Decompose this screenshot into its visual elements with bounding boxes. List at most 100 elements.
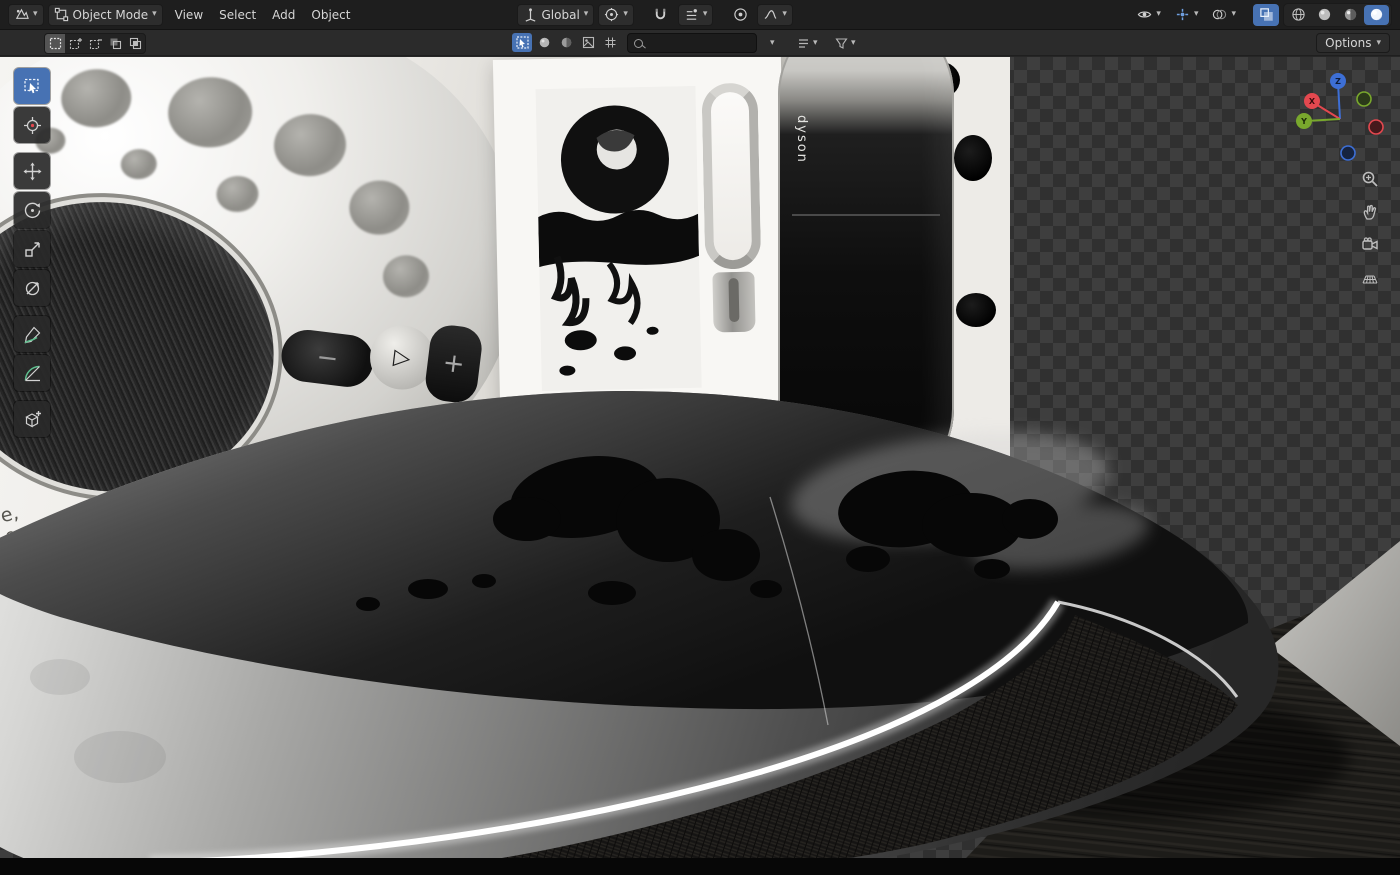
proportional-falloff-button[interactable]: ▾ — [757, 4, 793, 26]
search-input[interactable] — [648, 37, 750, 50]
pivot-point-button[interactable]: ▾ — [598, 4, 634, 26]
perspective-toggle-button[interactable] — [1356, 264, 1384, 292]
options-label: Options — [1325, 36, 1371, 50]
rotate-icon — [23, 201, 42, 220]
overlays-button[interactable]: ▾ — [1207, 4, 1241, 26]
toggle-xray-button[interactable] — [1253, 4, 1279, 26]
chevron-down-icon: ▾ — [152, 10, 157, 19]
tool-annotate[interactable] — [14, 316, 50, 352]
object-types-visibility-button[interactable]: ▾ — [1132, 4, 1166, 26]
sphere-icon — [538, 36, 551, 49]
viewport-display-cluster: ▾ ▾ ▾ — [1132, 3, 1392, 27]
snap-target-button[interactable]: ▾ — [678, 4, 714, 26]
select-mode-subtract[interactable] — [85, 34, 105, 53]
display-toggle-sphere[interactable] — [534, 33, 554, 52]
display-mode-dropdown[interactable]: ▾ — [792, 33, 823, 53]
toggle-xray-icon — [1259, 7, 1274, 22]
pan-hand-icon — [1361, 203, 1379, 221]
search-field[interactable] — [627, 33, 757, 53]
select-mode-set[interactable] — [45, 34, 65, 53]
snap-magnet-icon — [653, 7, 668, 22]
select-mode-invert[interactable] — [105, 34, 125, 53]
chevron-down-icon: ▾ — [703, 10, 708, 19]
tool-measure[interactable] — [14, 355, 50, 391]
orientation-label: Global — [542, 8, 580, 22]
tool-cursor[interactable] — [14, 107, 50, 143]
axis-z-negative[interactable] — [1341, 146, 1355, 160]
measure-icon — [23, 364, 42, 383]
chevron-down-icon: ▾ — [770, 39, 775, 48]
select-subtract-icon — [89, 37, 102, 50]
toolbar-gap — [14, 394, 50, 398]
select-extend-icon — [69, 37, 82, 50]
axis-x-label: X — [1309, 97, 1316, 106]
object-mode-icon — [54, 7, 69, 22]
shading-mode-group — [1283, 3, 1392, 27]
zoom-button[interactable] — [1356, 165, 1384, 193]
tool-transform[interactable] — [14, 270, 50, 306]
display-toggle-group — [512, 33, 620, 52]
proportional-editing-button[interactable] — [727, 4, 753, 26]
axis-x-negative[interactable] — [1369, 120, 1383, 134]
tool-rotate[interactable] — [14, 192, 50, 228]
rendered-scene — [0, 57, 1400, 875]
toolbar-gap — [14, 146, 50, 150]
scale-icon — [23, 240, 42, 259]
shading-material-icon — [1343, 7, 1358, 22]
chevron-down-icon: ▾ — [1376, 39, 1381, 48]
snap-toggle-button[interactable] — [648, 4, 674, 26]
menu-view[interactable]: View — [167, 4, 211, 26]
annotate-pen-icon — [23, 325, 42, 344]
shading-solid-button[interactable] — [1312, 5, 1337, 25]
select-cursor-icon — [516, 36, 529, 49]
gizmos-icon — [1175, 7, 1190, 22]
transform-orientation-button[interactable]: Global ▾ — [517, 4, 595, 26]
mode-selector[interactable]: Object Mode ▾ — [48, 4, 163, 26]
transform-orientation-icon — [523, 7, 538, 22]
tool-scale[interactable] — [14, 231, 50, 267]
display-toggle-texture[interactable] — [578, 33, 598, 52]
select-mode-intersect[interactable] — [125, 34, 145, 53]
tool-select-box[interactable] — [14, 68, 50, 104]
editor-type-3d-viewport-icon — [14, 7, 29, 22]
select-box-icon — [23, 77, 42, 96]
axis-y-label: Y — [1300, 117, 1307, 126]
gizmos-button[interactable]: ▾ — [1170, 4, 1204, 26]
blender-window: ▾ Object Mode ▾ View Select Add Object G… — [0, 0, 1400, 875]
tool-add-cube[interactable] — [14, 401, 50, 437]
menu-select[interactable]: Select — [211, 4, 264, 26]
filter-dropdown[interactable]: ▾ — [830, 33, 861, 53]
3d-viewport[interactable]: − ▷ + — [0, 57, 1400, 875]
search-options-dropdown[interactable]: ▾ — [765, 33, 780, 53]
display-toggle-material[interactable] — [556, 33, 576, 52]
object-types-visibility-icon — [1137, 7, 1152, 22]
shading-wireframe-icon — [1291, 7, 1306, 22]
search-icon — [634, 39, 643, 48]
axis-y-negative[interactable] — [1357, 92, 1371, 106]
menu-object[interactable]: Object — [303, 4, 358, 26]
display-mode-icon — [797, 37, 810, 50]
render-letterbox-bar — [0, 858, 1400, 875]
select-set-icon — [49, 37, 62, 50]
editor-type-button[interactable]: ▾ — [8, 4, 44, 26]
chevron-down-icon: ▾ — [33, 10, 38, 19]
display-toggle-select[interactable] — [512, 33, 532, 52]
menu-add[interactable]: Add — [264, 4, 303, 26]
navigation-gizmo[interactable]: Z X Y — [1296, 69, 1392, 165]
tool-settings-bar: ▾ ▾ ▾ Options ▾ — [0, 30, 1400, 56]
camera-view-button[interactable] — [1356, 231, 1384, 259]
zoom-icon — [1361, 170, 1379, 188]
options-button[interactable]: Options ▾ — [1316, 33, 1390, 53]
pivot-point-icon — [604, 7, 619, 22]
toolbar-gap — [14, 309, 50, 313]
display-toggle-grid[interactable] — [600, 33, 620, 52]
chevron-down-icon: ▾ — [1194, 10, 1199, 19]
overlays-icon — [1212, 7, 1227, 22]
tool-move[interactable] — [14, 153, 50, 189]
3d-cursor-icon — [23, 116, 42, 135]
pan-button[interactable] — [1356, 198, 1384, 226]
shading-rendered-button[interactable] — [1364, 5, 1389, 25]
shading-wireframe-button[interactable] — [1286, 5, 1311, 25]
select-mode-extend[interactable] — [65, 34, 85, 53]
shading-material-button[interactable] — [1338, 5, 1363, 25]
